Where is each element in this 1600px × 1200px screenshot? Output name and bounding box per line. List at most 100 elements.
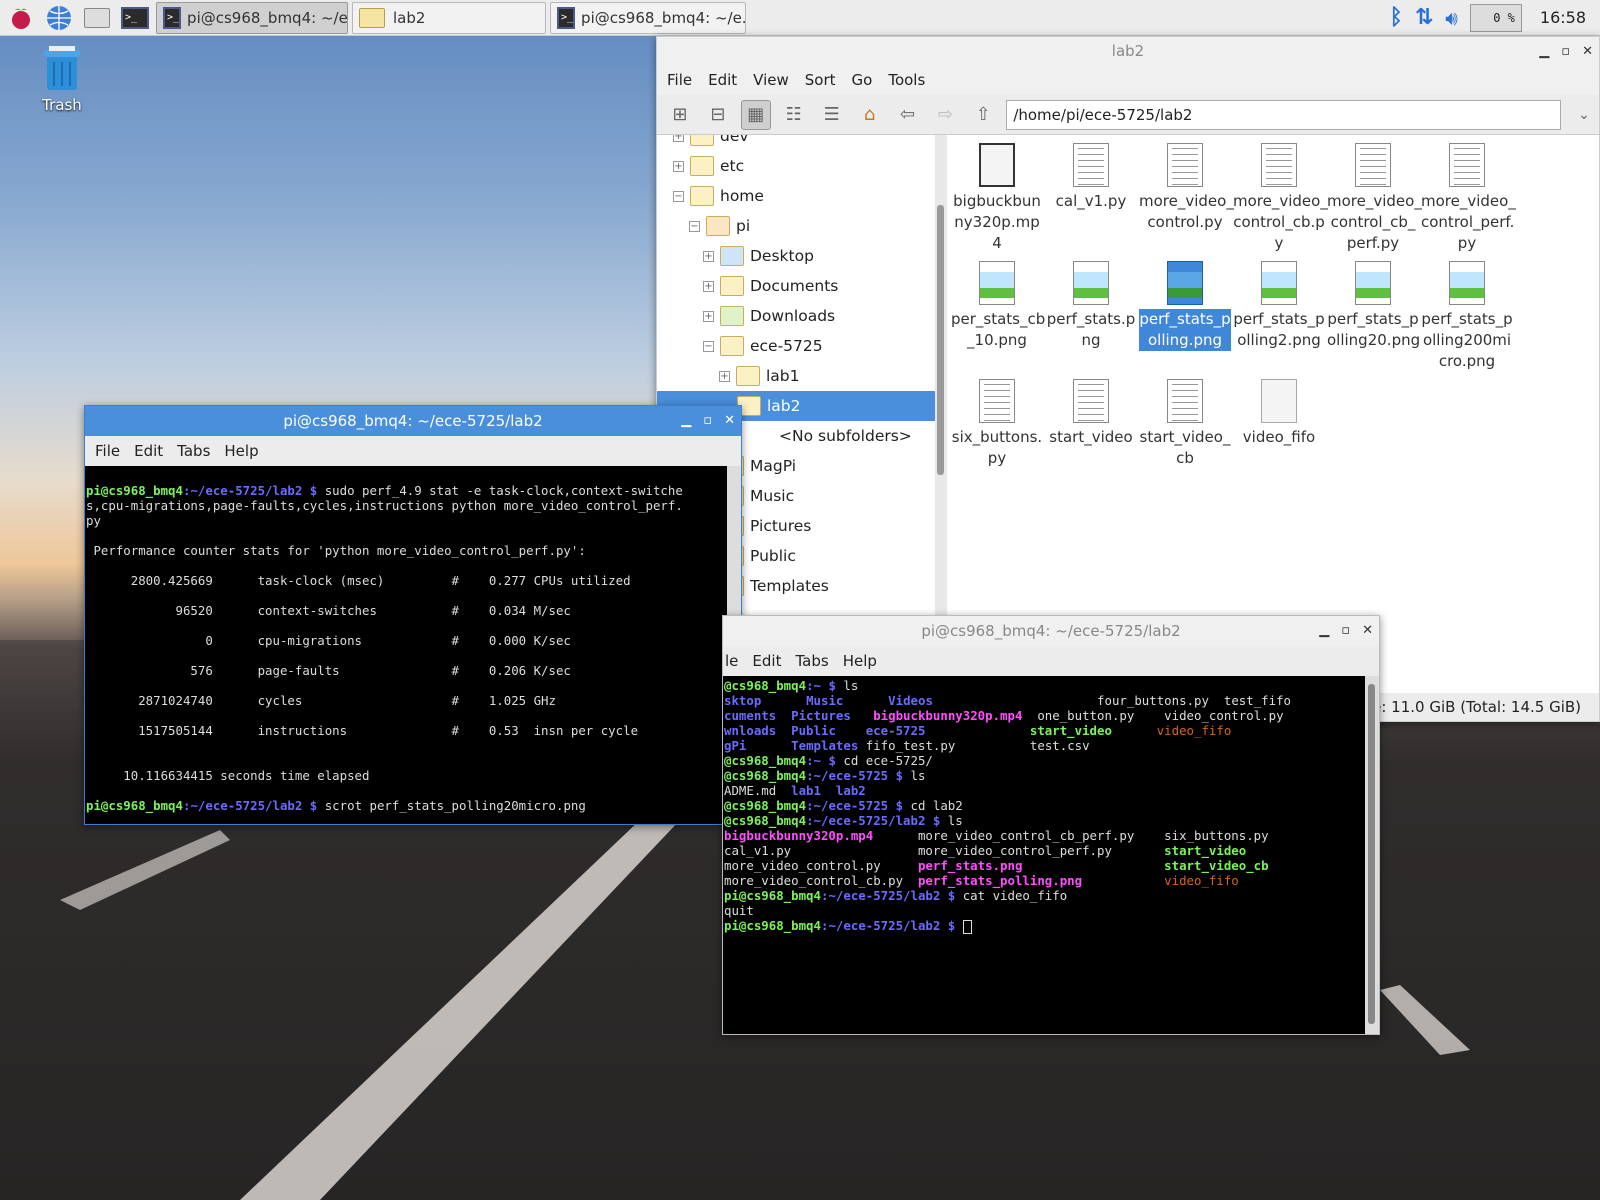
minimize-icon[interactable]: ▁ (681, 413, 691, 428)
expand-icon[interactable]: + (703, 250, 714, 262)
tree-item-home[interactable]: − home (673, 181, 764, 211)
file-name: start_video_ cb (1139, 428, 1231, 467)
file-manager-titlebar[interactable]: lab2 ▁ ▫ ✕ (657, 37, 1599, 65)
expand-icon[interactable]: + (673, 160, 684, 172)
new-window-icon[interactable]: ⊞ (665, 100, 695, 130)
forward-icon[interactable]: ⇨ (930, 100, 960, 130)
prompt-user: @cs968_bmq4 (724, 753, 807, 768)
menu-edit[interactable]: Edit (752, 652, 781, 670)
term-text: video_fifo (1156, 723, 1232, 738)
downloads-folder-icon (720, 306, 744, 326)
menu-file[interactable]: File (95, 442, 120, 460)
file-item[interactable]: bigbuckbun ny320p.mp 4 (951, 137, 1043, 254)
expand-icon[interactable]: + (703, 280, 714, 292)
tree-item-pi[interactable]: − pi (689, 211, 750, 241)
document-icon (1355, 143, 1391, 187)
scrollbar-thumb[interactable] (937, 205, 944, 475)
home-icon[interactable]: ⌂ (855, 100, 885, 130)
network-icon[interactable]: ⇅ (1415, 5, 1433, 30)
file-item[interactable]: perf_stats_p olling2.png (1233, 255, 1325, 351)
task-terminal-1[interactable]: >_ pi@cs968_bmq4: ~/e... (156, 1, 348, 34)
tree-item-lab1[interactable]: + lab1 (719, 361, 800, 391)
menu-tabs[interactable]: Tabs (177, 442, 210, 460)
task-file-manager[interactable]: lab2 (352, 1, 546, 34)
collapse-icon[interactable]: − (703, 340, 714, 352)
tree-scrollbar[interactable] (935, 135, 947, 655)
collapse-icon[interactable]: − (673, 190, 684, 202)
menu-help[interactable]: Help (224, 442, 258, 460)
raspberry-menu-icon[interactable] (4, 2, 38, 34)
file-item[interactable]: per_stats_cb _10.png (951, 255, 1045, 351)
menu-file[interactable]: le (725, 652, 738, 670)
icon-view-icon[interactable]: ⊟ (703, 100, 733, 130)
compact-view-icon[interactable]: ☷ (779, 100, 809, 130)
maximize-icon[interactable]: ▫ (703, 413, 712, 428)
scrollbar-thumb[interactable] (1368, 684, 1375, 1024)
terminal-output[interactable]: @cs968_bmq4:~ $ ls sktop Music Videos fo… (723, 676, 1365, 1034)
minimize-icon[interactable]: ▁ (1539, 44, 1549, 59)
tree-item-desktop[interactable]: + Desktop (703, 241, 814, 271)
menu-sort[interactable]: Sort (805, 71, 836, 89)
close-icon[interactable]: ✕ (1582, 44, 1593, 59)
tree-item-downloads[interactable]: + Downloads (703, 301, 835, 331)
terminal-launcher-icon[interactable]: >_ (118, 2, 152, 34)
collapse-icon[interactable]: − (689, 220, 700, 232)
menu-edit[interactable]: Edit (708, 71, 737, 89)
prompt-user: @cs968_bmq4 (724, 768, 807, 783)
file-item[interactable]: more_video_ control.py (1139, 137, 1234, 233)
tree-item-ece-5725[interactable]: − ece-5725 (703, 331, 823, 361)
maximize-icon[interactable]: ▫ (1561, 44, 1570, 59)
back-icon[interactable]: ⇦ (893, 100, 923, 130)
term-text: lab1 (791, 783, 821, 798)
terminal-scrollbar[interactable] (1365, 676, 1379, 1034)
task-terminal-2[interactable]: >_ pi@cs968_bmq4: ~/e... (550, 1, 746, 34)
expand-icon[interactable]: + (673, 135, 684, 142)
volume-icon[interactable]: 🔊︎ (1445, 6, 1458, 30)
close-icon[interactable]: ✕ (1362, 623, 1373, 638)
file-item[interactable]: perf_stats_p olling200mi cro.png (1421, 255, 1513, 372)
file-item[interactable]: start_video (1045, 373, 1137, 448)
terminal-titlebar[interactable]: pi@cs968_bmq4: ~/ece-5725/lab2 ▁ ▫ ✕ (85, 406, 741, 436)
menu-help[interactable]: Help (843, 652, 877, 670)
file-manager-icon[interactable] (80, 2, 114, 34)
menu-view[interactable]: View (753, 71, 789, 89)
cpu-monitor[interactable]: 0 % (1469, 3, 1522, 32)
file-item[interactable]: video_fifo (1233, 373, 1325, 448)
menu-edit[interactable]: Edit (134, 442, 163, 460)
menu-file[interactable]: File (667, 71, 692, 89)
expand-icon[interactable]: + (719, 370, 730, 382)
file-item[interactable]: more_video_ control_cb_ perf.py (1327, 137, 1422, 254)
terminal-output[interactable]: pi@cs968_bmq4:~/ece-5725/lab2 $ sudo per… (85, 466, 727, 824)
menu-go[interactable]: Go (852, 71, 873, 89)
browser-icon[interactable] (42, 2, 76, 34)
path-dropdown-icon[interactable]: ⌄ (1569, 100, 1599, 130)
menu-tabs[interactable]: Tabs (795, 652, 828, 670)
tree-item-dev[interactable]: + dev (673, 135, 749, 151)
trash-desktop-item[interactable]: Trash (36, 46, 88, 114)
file-item[interactable]: cal_v1.py (1045, 137, 1137, 212)
expand-icon[interactable]: + (703, 310, 714, 322)
prompt-user: pi@cs968_bmq4 (724, 888, 821, 903)
file-item[interactable]: perf_stats_p olling.png (1139, 255, 1231, 351)
thumbnail-view-icon[interactable]: ▦ (740, 99, 771, 130)
file-item[interactable]: perf_stats_p olling20.png (1327, 255, 1420, 351)
up-icon[interactable]: ⇧ (968, 100, 998, 130)
file-item[interactable]: start_video_ cb (1139, 373, 1231, 469)
path-field[interactable]: /home/pi/ece-5725/lab2 (1006, 99, 1562, 130)
minimize-icon[interactable]: ▁ (1319, 623, 1329, 638)
close-icon[interactable]: ✕ (724, 413, 735, 428)
clock[interactable]: 16:58 (1540, 8, 1586, 27)
maximize-icon[interactable]: ▫ (1341, 623, 1350, 638)
file-item[interactable]: more_video_ control_perf. py (1421, 137, 1516, 254)
tree-item-documents[interactable]: + Documents (703, 271, 838, 301)
list-view-icon[interactable]: ☰ (817, 100, 847, 130)
bluetooth-icon[interactable]: ᛒ (1390, 5, 1403, 30)
file-item[interactable]: more_video_ control_cb.p y (1233, 137, 1328, 254)
file-item[interactable]: six_buttons. py (951, 373, 1043, 469)
term-text: test_fifo (1223, 693, 1292, 708)
menu-tools[interactable]: Tools (888, 71, 925, 89)
terminal-titlebar[interactable]: pi@cs968_bmq4: ~/ece-5725/lab2 ▁ ▫ ✕ (723, 616, 1379, 646)
image-icon (1449, 261, 1485, 305)
file-item[interactable]: perf_stats.p ng (1045, 255, 1137, 351)
tree-item-etc[interactable]: + etc (673, 151, 744, 181)
